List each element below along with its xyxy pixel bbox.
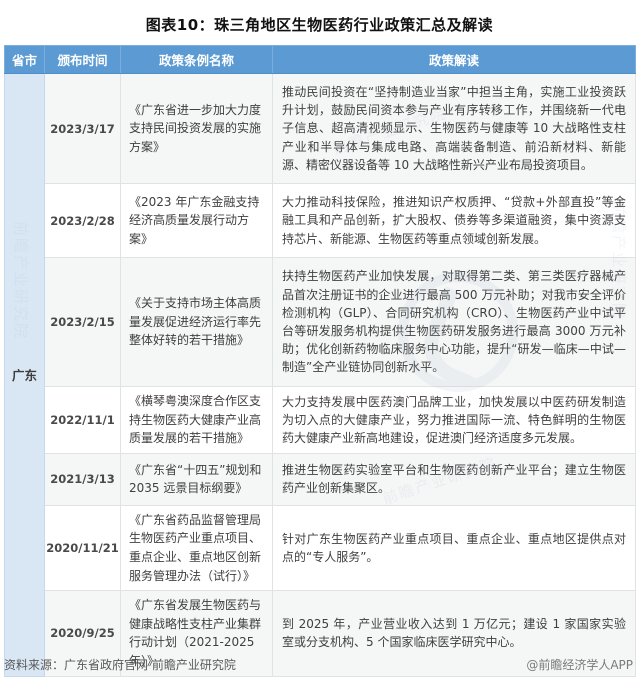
interpretation-cell: 针对广东生物医药产业重点项目、重点企业、重点地区提供点对点的“专人服务”。 [273, 505, 636, 590]
page-title: 图表10：珠三角地区生物医药行业政策汇总及解读 [0, 0, 639, 35]
policy-name-cell: 《2023 年广东金融支持经济高质量发展行动方案》 [121, 184, 273, 258]
table-row: 2022/11/1 《横琴粤澳深度合作区支持生物医药大健康产业高质量发展的若干措… [5, 387, 636, 454]
date-cell: 2020/11/21 [45, 505, 121, 590]
date-cell: 2023/2/15 [45, 258, 121, 387]
table-header-row: 省市 颁布时间 政策条例名称 政策解读 [5, 46, 636, 74]
table-row: 2021/3/13 《广东省“十四五”规划和 2035 远景目标纲要》 推进生物… [5, 453, 636, 505]
policy-name-cell: 《广东省药品监督管理局生物医药产业重点项目、重点企业、重点地区创新服务管理办法（… [121, 505, 273, 590]
header-province: 省市 [5, 46, 45, 74]
table-row: 2023/2/28 《2023 年广东金融支持经济高质量发展行动方案》 大力推动… [5, 184, 636, 258]
policy-name-cell: 《广东省“十四五”规划和 2035 远景目标纲要》 [121, 453, 273, 505]
policy-name-cell: 《广东省进一步加大力度支持民间投资发展的实施方案》 [121, 74, 273, 184]
date-cell: 2021/3/13 [45, 453, 121, 505]
data-source-text: 资料来源：广东省政府官网 前瞻产业研究院 [4, 656, 236, 673]
policy-name-cell: 《横琴粤澳深度合作区支持生物医药大健康产业高质量发展的若干措施》 [121, 387, 273, 454]
interpretation-cell: 大力支持发展中医药澳门品牌工业，加快发展以中医药研发制造为切入点的大健康产业，努… [273, 387, 636, 454]
publisher-handle-text: @前瞻经济学人APP [526, 656, 633, 673]
date-cell: 2023/2/28 [45, 184, 121, 258]
interpretation-cell: 扶持生物医药产业加快发展，对取得第二类、第三类医疗器械产品首次注册证书的企业进行… [273, 258, 636, 387]
interpretation-cell: 推进生物医药实验室平台和生物医药创新产业平台；建立生物医药产业创新集聚区。 [273, 453, 636, 505]
header-date: 颁布时间 [45, 46, 121, 74]
table-row: 2020/11/21 《广东省药品监督管理局生物医药产业重点项目、重点企业、重点… [5, 505, 636, 590]
header-policy-name: 政策条例名称 [121, 46, 273, 74]
footer: 资料来源：广东省政府官网 前瞻产业研究院 @前瞻经济学人APP [4, 656, 633, 673]
interpretation-cell: 推动民间投资在“坚持制造业当家”中担当主角，实施工业投资跃升计划，鼓励民间资本参… [273, 74, 636, 184]
province-cell: 广东 [5, 74, 45, 677]
policy-table: 省市 颁布时间 政策条例名称 政策解读 广东 2023/3/17 《广东省进一步… [4, 45, 636, 677]
interpretation-cell: 大力推动科技保险，推进知识产权质押、“贷款+外部直投”等金融工具和产品创新，扩大… [273, 184, 636, 258]
date-cell: 2023/3/17 [45, 74, 121, 184]
table-row: 2023/2/15 《关于支持市场主体高质量发展促进经济运行率先整体好转的若干措… [5, 258, 636, 387]
header-interpretation: 政策解读 [273, 46, 636, 74]
date-cell: 2022/11/1 [45, 387, 121, 454]
table-row: 广东 2023/3/17 《广东省进一步加大力度支持民间投资发展的实施方案》 推… [5, 74, 636, 184]
policy-name-cell: 《关于支持市场主体高质量发展促进经济运行率先整体好转的若干措施》 [121, 258, 273, 387]
